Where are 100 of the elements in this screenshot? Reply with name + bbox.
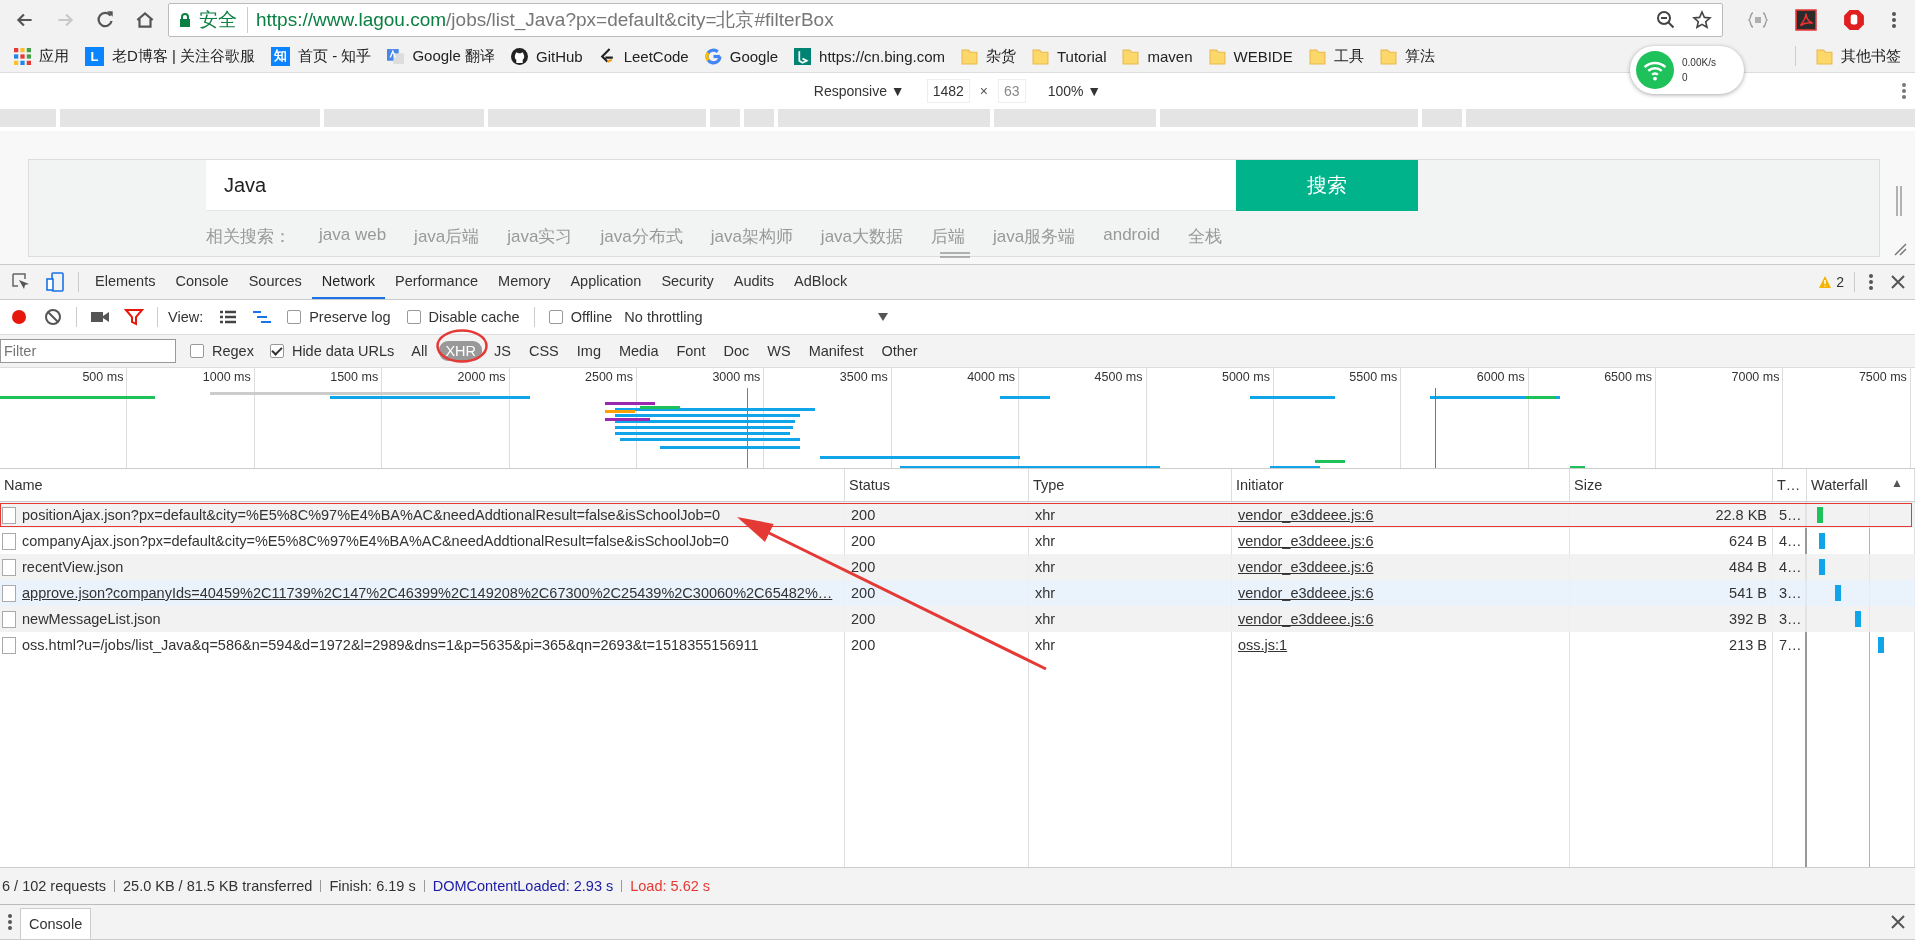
search-field[interactable]: Java [206, 160, 1236, 211]
summary-text: 25.0 KB / 81.5 KB transferred [123, 878, 313, 894]
request-row[interactable]: newMessageList.json 200 xhr vendor_e3ddeee.js:6 392 B 3… [0, 606, 1915, 632]
bookmark[interactable]: WEBIDE [1202, 47, 1299, 65]
folder-icon [1379, 47, 1397, 65]
devtools-tab[interactable]: Security [651, 265, 724, 299]
request-row[interactable]: recentView.json 200 xhr vendor_e3ddeee.js:6 484 B 4… [0, 554, 1915, 580]
stop-hand-icon[interactable] [1842, 9, 1866, 31]
column-header[interactable]: Initiator [1232, 469, 1570, 501]
clear-icon[interactable] [43, 307, 63, 327]
type-filter[interactable]: WS [761, 341, 797, 361]
initiator-link[interactable]: vendor_e3ddeee.js:6 [1238, 559, 1374, 575]
menu-icon[interactable] [1891, 10, 1897, 30]
devtools-tab[interactable]: Sources [238, 265, 312, 299]
type-filter[interactable]: Img [570, 341, 607, 361]
tick-label: 1500 ms [330, 370, 379, 384]
drawer-tab[interactable]: Console [20, 908, 92, 939]
request-row[interactable]: approve.json?companyIds=40459%2C11739%2C147%2C46399%2C149208%2C67300%2C25439%2C30060%2C65482%… 200 xhr vendor_e3ddeee.js:6 541 B 3… [0, 580, 1915, 606]
request-row[interactable]: positionAjax.json?px=default&city=%E5%8C%97%E4%BA%AC&needAddtionalResult=false&isSchoolJob=0 200 xhr vendor_e3ddeee.js:6 22.8 KB 5… [0, 502, 1915, 528]
bookmark[interactable]: 知 首页 - 知乎 [265, 46, 378, 66]
status-code: 200 [851, 533, 876, 549]
record-icon[interactable] [9, 307, 29, 327]
device-toggle-icon[interactable] [45, 272, 65, 292]
option-checkbox[interactable]: Hide data URLs [269, 343, 395, 359]
warning-count[interactable]: 2 [1814, 265, 1848, 299]
type-filter[interactable]: Media [612, 341, 665, 361]
devtools-tab[interactable]: Memory [488, 265, 561, 299]
file-icon [2, 558, 16, 576]
address-bar[interactable]: 安全 https://www.lagou.com/jobs/list_Java?px=default&city=北京#filterBox [168, 3, 1723, 37]
column-header[interactable]: Size [1570, 469, 1773, 501]
column-header[interactable]: Type [1029, 469, 1232, 501]
option-checkbox[interactable]: Disable cache [406, 309, 520, 325]
option-checkbox[interactable]: Preserve log [287, 309, 391, 325]
type-filter[interactable]: JS [488, 341, 517, 361]
bookmark[interactable]: 算法 [1373, 46, 1441, 66]
site-logo-icon: L [85, 46, 104, 66]
more-icon[interactable] [1901, 81, 1907, 101]
column-header[interactable]: T… [1773, 469, 1807, 501]
initiator-link[interactable]: vendor_e3ddeee.js:6 [1238, 611, 1374, 627]
devtools-tab[interactable]: Audits [723, 265, 785, 299]
option-checkbox[interactable]: Regex [190, 343, 254, 359]
home-icon[interactable] [134, 9, 156, 31]
summary-text: Finish: 6.19 s [329, 878, 416, 894]
type-filter[interactable]: CSS [522, 341, 565, 361]
more-icon[interactable] [7, 912, 13, 932]
initiator-link[interactable]: vendor_e3ddeee.js:6 [1238, 507, 1374, 523]
type-filter[interactable]: Manifest [802, 341, 870, 361]
star-icon[interactable] [1692, 10, 1712, 30]
bookmark[interactable]: Google [698, 47, 785, 65]
speed-text: 0.00K/s [1682, 57, 1716, 68]
bookmark[interactable]: 其他书签 [1810, 46, 1907, 66]
type-filter[interactable]: All [405, 341, 434, 361]
height-field[interactable]: 63 [998, 79, 1026, 103]
request-row[interactable]: companyAjax.json?px=default&city=%E5%8C%97%E4%BA%AC&needAddtionalResult=false&isSchoolJob=0 200 xhr vendor_e3ddeee.js:6 624 B 4… [0, 528, 1915, 554]
column-header[interactable]: Name [0, 469, 845, 501]
type-filter[interactable]: Other [875, 341, 924, 361]
devtools-tab[interactable]: Elements [85, 265, 166, 299]
devtools-tab[interactable]: AdBlock [784, 265, 858, 299]
more-icon[interactable] [1868, 272, 1874, 292]
pdf-icon[interactable] [1794, 9, 1818, 31]
column-header[interactable]: Status [845, 469, 1029, 501]
bookmark[interactable]: 应用 [8, 46, 75, 66]
bookmark[interactable]: 工具 [1302, 46, 1370, 66]
annotation-circle [436, 329, 488, 363]
bookmark[interactable]: L 老D博客 | 关注谷歌服 [79, 46, 262, 66]
filter-field[interactable]: Filter [0, 339, 176, 363]
initiator-link[interactable]: oss.js:1 [1238, 637, 1288, 653]
devtools-tab[interactable]: Performance [385, 265, 489, 299]
apps-icon [14, 47, 31, 65]
folder-icon [1032, 47, 1049, 65]
bookmark[interactable]: GitHub [504, 47, 589, 65]
type-filter[interactable]: Font [670, 341, 712, 361]
vertical-resize-handle[interactable] [1895, 186, 1903, 216]
resize-handle[interactable] [940, 252, 970, 258]
bookmark[interactable]: Google 翻译 [381, 46, 501, 66]
corner-resize-icon[interactable] [1893, 242, 1907, 256]
bookmark[interactable]: Tutorial [1026, 47, 1113, 65]
bookmark[interactable]: maven [1116, 47, 1199, 65]
type-filter[interactable]: Doc [717, 341, 756, 361]
initiator-link[interactable]: vendor_e3ddeee.js:6 [1238, 533, 1374, 549]
bookmark[interactable]: LeetCode [592, 47, 695, 65]
devtools-tab[interactable]: Console [165, 265, 239, 299]
zoom-out-icon[interactable] [1656, 10, 1676, 30]
throttling-select[interactable]: No throttling [624, 309, 888, 325]
request-row[interactable]: oss.html?u=/jobs/list_Java&q=586&n=594&d=1972&l=2989&dns=1&p=5635&pi=365&qn=2693&t=1518355156911 200 xhr oss.js:1 213 B 7… [0, 632, 1915, 658]
initiator-link[interactable]: vendor_e3ddeee.js:6 [1238, 585, 1374, 601]
tick-label: 7500 ms [1858, 370, 1907, 384]
devtools-tab[interactable]: Network [311, 265, 386, 299]
lock-icon [179, 13, 191, 27]
width-field[interactable]: 1482 [926, 79, 970, 103]
option-checkbox[interactable]: Offline [548, 309, 613, 325]
request-name: companyAjax.json?px=default&city=%E5%8C%97%E4%BA%AC&needAddtionalResult=false&isSchoolJob=0 [22, 533, 729, 549]
folder-icon [1208, 47, 1226, 65]
filter-icon[interactable] [124, 307, 144, 327]
time-value: 5… [1779, 507, 1802, 523]
bookmark[interactable]: 杂货 [955, 46, 1022, 66]
device-mode-select[interactable]: Responsive ▼ [813, 83, 905, 99]
bookmark[interactable]: https://cn.bing.com [788, 47, 951, 65]
zoom-select[interactable]: 100% ▼ [1047, 83, 1102, 99]
devtools-tab[interactable]: Application [560, 265, 652, 299]
